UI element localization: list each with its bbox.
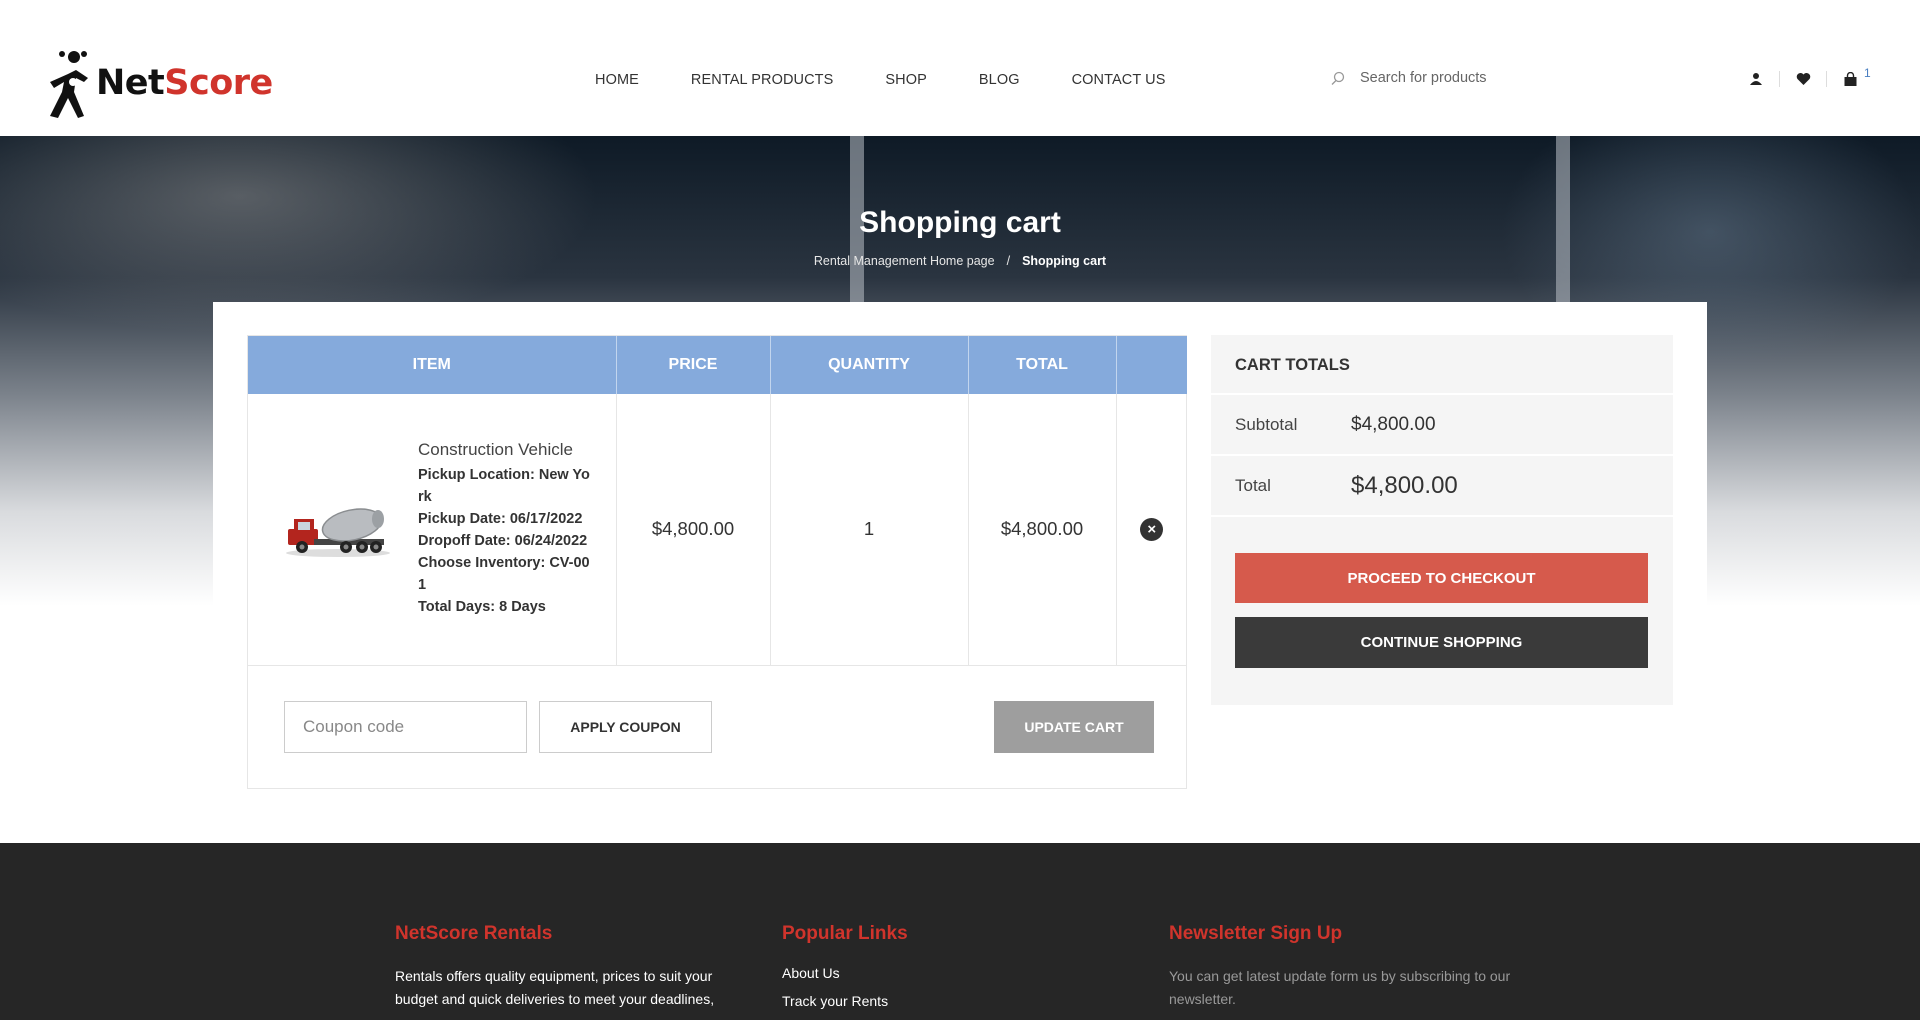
item-cell: Construction Vehicle Pickup Location: Ne… (248, 394, 617, 666)
coupon-row: APPLY COUPON UPDATE CART (284, 701, 1154, 753)
nav-contact-us[interactable]: CONTACT US (1072, 72, 1166, 88)
page-title: Shopping cart (859, 206, 1061, 239)
subtotal-label: Subtotal (1235, 414, 1298, 434)
site-footer: NetScore Rentals Rentals offers quality … (0, 843, 1920, 1020)
site-logo[interactable]: NetScore (46, 48, 273, 118)
nav-rental-products[interactable]: RENTAL PRODUCTS (691, 72, 834, 88)
nav-shop[interactable]: SHOP (885, 72, 927, 88)
column-header-quantity: QUANTITY (770, 336, 969, 394)
product-image-mixer-truck[interactable] (284, 499, 392, 559)
cart-table: ITEM PRICE QUANTITY TOTAL Construction V… (248, 336, 1187, 666)
column-header-total: TOTAL (968, 336, 1117, 394)
cart-totals-panel: CART TOTALS Subtotal $4,800.00 Total $4,… (1211, 335, 1673, 705)
item-quantity[interactable]: 1 (770, 394, 969, 666)
column-header-price: PRICE (616, 336, 771, 394)
coupon-code-input[interactable] (284, 701, 527, 753)
breadcrumb: Rental Management Home page / Shopping car… (0, 254, 1920, 268)
breadcrumb-home[interactable]: Rental Management Home page (814, 254, 995, 268)
footer-about-title: NetScore Rentals (395, 923, 553, 944)
header-icons: 1 (1745, 66, 1871, 90)
subtotal-value: $4,800.00 (1351, 413, 1436, 435)
column-header-item: ITEM (248, 336, 617, 394)
cart-totals-title: CART TOTALS (1211, 335, 1673, 395)
search-input[interactable] (1360, 70, 1620, 86)
remove-cell: × (1116, 394, 1187, 666)
cart-count-badge[interactable]: 1 (1864, 66, 1871, 80)
breadcrumb-current: Shopping cart (1022, 254, 1107, 268)
logo-text: NetScore (96, 63, 273, 103)
footer-about-column: NetScore Rentals Rentals offers quality … (395, 923, 735, 1011)
nav-blog[interactable]: BLOG (979, 72, 1020, 88)
item-price: $4,800.00 (616, 394, 771, 666)
continue-shopping-button[interactable]: CONTINUE SHOPPING (1235, 617, 1648, 668)
heart-icon[interactable] (1792, 68, 1814, 90)
item-inventory: Choose Inventory: CV-001 (418, 555, 590, 594)
item-pickup-date: Pickup Date: 06/17/2022 (418, 511, 583, 528)
footer-newsletter-column: Newsletter Sign Up You can get latest up… (1169, 923, 1529, 1011)
logo-net: Net (96, 63, 165, 103)
cart-table-container: ITEM PRICE QUANTITY TOTAL Construction V… (247, 335, 1187, 789)
footer-newsletter-text: You can get latest update form us by sub… (1169, 968, 1511, 1007)
column-header-remove (1116, 336, 1187, 394)
footer-link-track-rents[interactable]: Track your Rents (782, 993, 1082, 1009)
footer-links-column: Popular Links About Us Track your Rents (782, 923, 1082, 1020)
shopping-bag-icon[interactable] (1839, 68, 1861, 90)
logo-score: Score (164, 63, 273, 103)
user-icon[interactable] (1745, 68, 1767, 90)
footer-about-text: Rentals offers quality equipment, prices… (395, 968, 715, 1007)
table-row: Construction Vehicle Pickup Location: Ne… (248, 394, 1187, 666)
main-nav: HOME RENTAL PRODUCTS SHOP BLOG CONTACT U… (595, 72, 1218, 88)
logo-figure-icon (50, 51, 88, 118)
table-header-row: ITEM PRICE QUANTITY TOTAL (248, 336, 1187, 394)
search-icon[interactable] (1330, 70, 1346, 86)
footer-link-about-us[interactable]: About Us (782, 965, 1082, 981)
proceed-to-checkout-button[interactable]: PROCEED TO CHECKOUT (1235, 553, 1648, 603)
search-bar (1330, 70, 1620, 86)
breadcrumb-separator: / (1006, 254, 1011, 268)
total-value: $4,800.00 (1351, 471, 1458, 499)
update-cart-button[interactable]: UPDATE CART (994, 701, 1154, 753)
footer-newsletter-title: Newsletter Sign Up (1169, 923, 1343, 944)
item-info: Construction Vehicle Pickup Location: Ne… (418, 440, 594, 618)
nav-home[interactable]: HOME (595, 72, 639, 88)
item-pickup-location: Pickup Location: New York (418, 467, 590, 506)
total-row: Total $4,800.00 (1211, 456, 1673, 517)
item-dropoff-date: Dropoff Date: 06/24/2022 (418, 533, 588, 550)
divider (1826, 71, 1827, 87)
site-header: NetScore HOME RENTAL PRODUCTS SHOP BLOG … (0, 0, 1920, 136)
total-label: Total (1235, 475, 1271, 495)
apply-coupon-button[interactable]: APPLY COUPON (539, 701, 712, 753)
divider (1779, 71, 1780, 87)
item-name[interactable]: Construction Vehicle (418, 440, 594, 460)
remove-item-icon[interactable]: × (1140, 518, 1164, 542)
subtotal-row: Subtotal $4,800.00 (1211, 395, 1673, 456)
item-total-days: Total Days: 8 Days (418, 599, 546, 616)
footer-links-title: Popular Links (782, 923, 908, 944)
item-total: $4,800.00 (968, 394, 1117, 666)
